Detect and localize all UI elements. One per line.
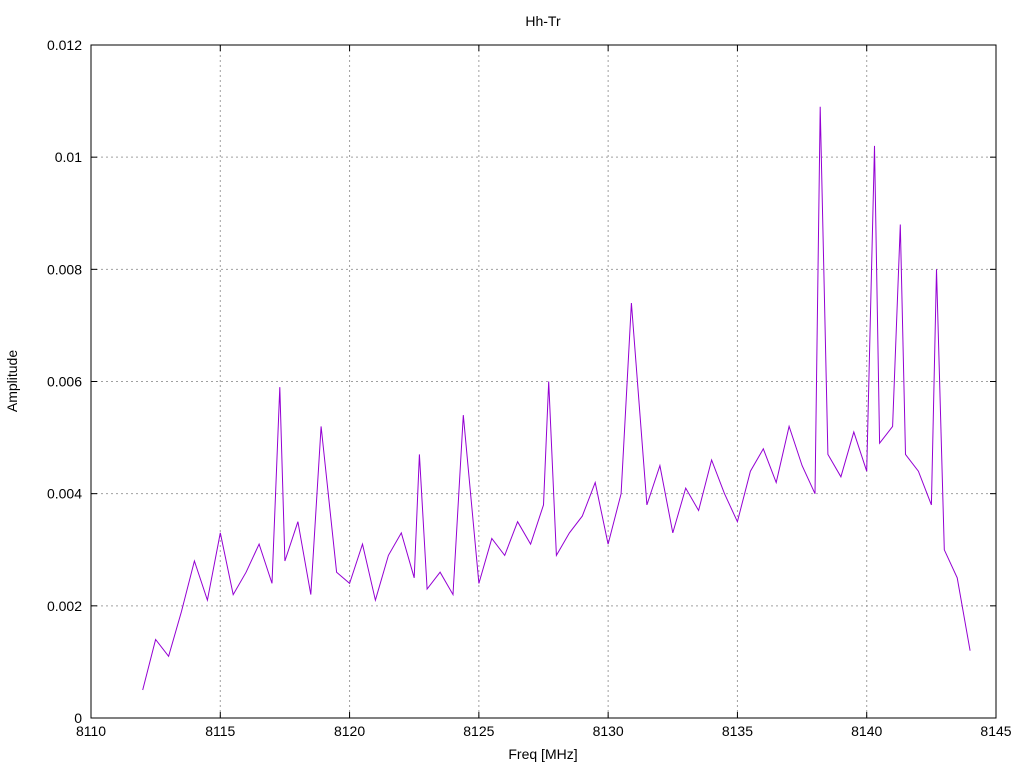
y-tick-label: 0.008 — [47, 261, 82, 277]
x-tick-label: 8130 — [593, 723, 624, 739]
series-line — [142, 106, 971, 691]
x-tick-label: 8120 — [334, 723, 365, 739]
chart-canvas: Hh-Tr 8110 8115 8120 8125 8130 8135 8140 814500… — [4, 13, 1012, 762]
x-tick-label: 8115 — [205, 723, 235, 739]
tick-labels: 8110 8115 8120 8125 8130 8135 8140 814500.0020.… — [47, 37, 1012, 739]
x-axis-label: Freq [MHz] — [508, 746, 577, 762]
grid — [91, 45, 996, 718]
x-tick-label: 8135 — [722, 723, 753, 739]
x-tick-label: 8140 — [851, 723, 882, 739]
chart-title: Hh-Tr — [525, 13, 561, 29]
y-axis-label: Amplitude — [4, 350, 20, 412]
x-tick-label: 8145 — [980, 723, 1011, 739]
y-tick-label: 0 — [74, 710, 82, 726]
y-tick-label: 0.004 — [47, 486, 82, 502]
y-tick-label: 0.002 — [47, 598, 82, 614]
x-tick-label: 8125 — [463, 723, 494, 739]
y-tick-label: 0.01 — [55, 149, 82, 165]
series-layer — [142, 106, 971, 691]
y-tick-label: 0.006 — [47, 374, 82, 390]
y-tick-label: 0.012 — [47, 37, 82, 53]
